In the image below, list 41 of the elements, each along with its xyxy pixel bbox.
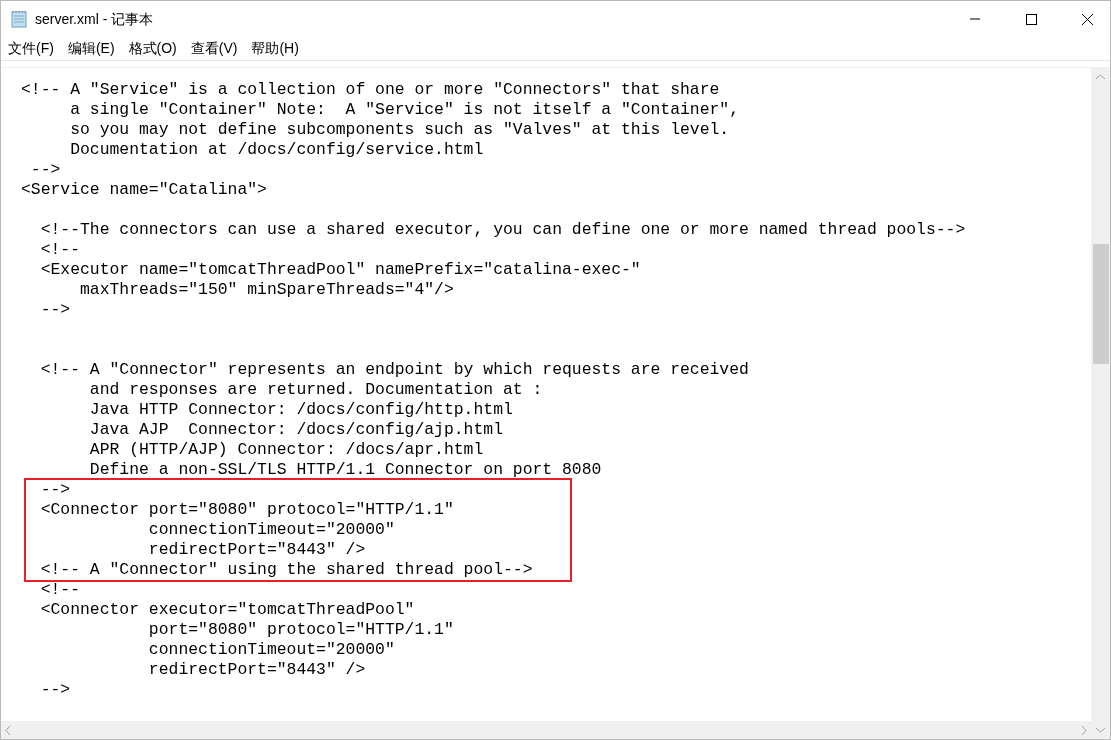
code-line: --> [39,300,72,320]
menu-item[interactable]: 帮助(H) [244,37,306,60]
menu-item[interactable]: 格式(O) [121,37,184,60]
code-line: <!-- A "Connector" using the shared thread pool--> [39,560,534,580]
code-line: Java HTTP Connector: /docs/config/http.html [88,400,514,420]
window-title: server.xml - 记事本 [35,9,154,29]
code-line: <Service name="Catalina"> [21,180,268,200]
code-line: and responses are returned. Documentation at : [88,380,544,400]
code-line: <!-- [39,580,82,600]
code-line: <Executor name="tomcatThreadPool" namePrefix="catalina-exec-" [39,260,642,280]
code-line: connectionTimeout="20000" [147,520,396,540]
code-line: <Connector executor="tomcatThreadPool" [39,600,416,620]
code-line: Java AJP Connector: /docs/config/ajp.html [88,420,504,440]
code-line: --> [39,480,72,500]
code-line: --> [39,680,72,700]
menu-item[interactable]: 查看(V) [183,37,245,60]
menu-item[interactable]: 编辑(E) [60,37,122,60]
code-line: <!-- A "Service" is a collection of one or more "Connectors" that share [21,80,721,100]
notepad-icon [11,10,27,28]
code-line: <!-- A "Connector" represents an endpoint by which requests are received [39,360,750,380]
code-line: <!-- [39,240,82,260]
code-line: so you may not define subcomponents such as "Valves" at this level. [69,120,731,140]
code-line: Documentation at /docs/config/service.html [69,140,485,160]
close-icon [1081,13,1093,25]
code-line: maxThreads="150" minSpareThreads="4"/> [79,280,455,300]
code-line: redirectPort="8443" /> [147,540,367,560]
code-line: connectionTimeout="20000" [147,640,396,660]
scroll-thumb[interactable] [1092,244,1109,364]
minimize-icon [970,18,980,20]
code-line: <!--The connectors can use a shared executor, you can define one or more named thread pools--> [39,220,967,240]
menu-item[interactable]: 文件(F) [1,37,61,60]
horizontal-scrollbar[interactable] [1,721,1091,739]
code-line: Define a non-SSL/TLS HTTP/1.1 Connector on port 8080 [88,460,603,480]
code-line: --> [29,160,62,180]
code-line: a single "Container" Note: A "Service" is not itself a "Container", [69,100,741,120]
code-line: port="8080" protocol="HTTP/1.1" [147,620,455,640]
code-line: <Connector port="8080" protocol="HTTP/1.1" [39,500,455,520]
maximize-icon [1025,13,1037,25]
vertical-scrollbar[interactable] [1091,68,1110,739]
code-line: APR (HTTP/AJP) Connector: /docs/apr.html [88,440,485,460]
code-line: redirectPort="8443" /> [147,660,367,680]
